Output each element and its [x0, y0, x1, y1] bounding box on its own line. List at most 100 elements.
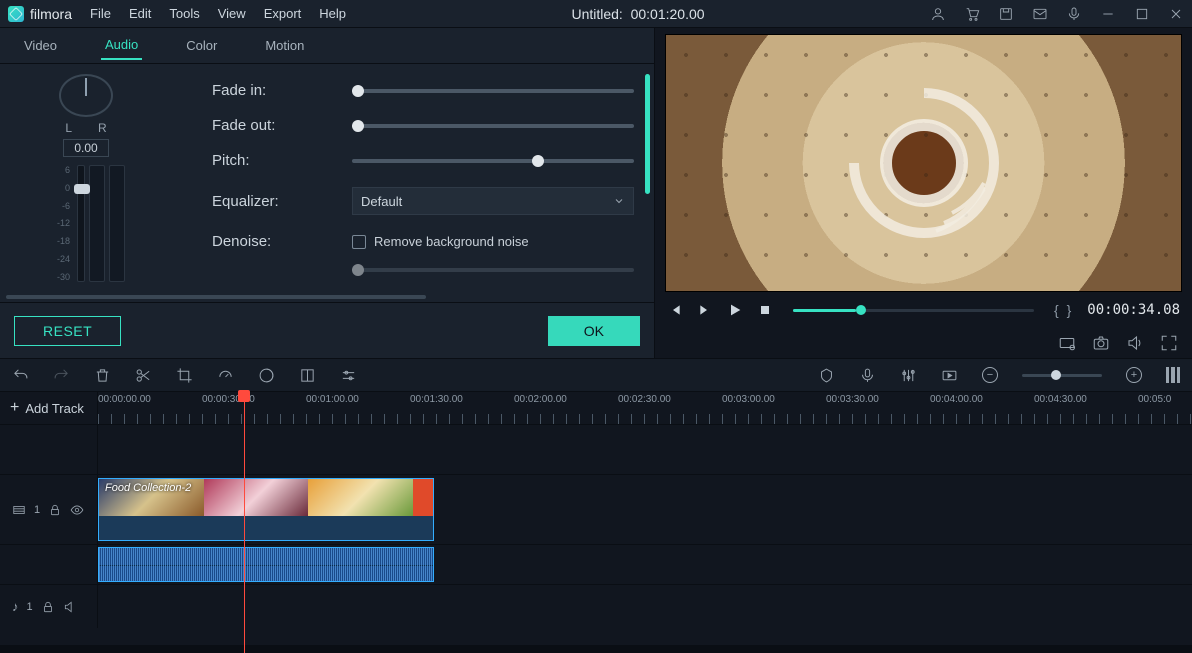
close-icon[interactable] [1168, 6, 1184, 22]
vu-meter: 60-6-12-18-24-30 [45, 165, 127, 282]
redo-icon[interactable] [53, 367, 70, 384]
preview-panel: { } 00:00:34.08 [655, 28, 1192, 358]
checkbox-icon [352, 235, 366, 249]
volume-slider[interactable] [77, 165, 85, 282]
menu-help[interactable]: Help [319, 6, 346, 21]
preview-bottom-bar [655, 328, 1192, 358]
next-frame-button[interactable] [697, 302, 713, 318]
timeline-hscroll[interactable] [0, 645, 1192, 653]
minimize-icon[interactable] [1100, 6, 1116, 22]
mixer-icon[interactable] [900, 367, 917, 384]
music-track-lane[interactable] [98, 585, 1192, 628]
settings-icon[interactable] [1058, 334, 1076, 352]
video-track-num: 1 [34, 504, 40, 516]
adjust-icon[interactable] [340, 367, 357, 384]
fade-out-label: Fade out: [212, 117, 332, 134]
color-icon[interactable] [258, 367, 275, 384]
tab-color[interactable]: Color [182, 32, 221, 59]
music-track-num: 1 [27, 601, 33, 613]
video-track-head: 1 [0, 475, 98, 544]
video-track-icon [12, 503, 26, 517]
prev-frame-button[interactable] [667, 302, 683, 318]
denoise-checkbox[interactable]: Remove background noise [352, 234, 529, 249]
tab-audio[interactable]: Audio [101, 31, 142, 60]
balance-knob[interactable] [59, 74, 113, 117]
pitch-label: Pitch: [212, 152, 332, 169]
ok-button[interactable]: OK [548, 316, 640, 346]
save-icon[interactable] [998, 6, 1014, 22]
undo-icon[interactable] [12, 367, 29, 384]
panel-scrollbar[interactable] [645, 74, 650, 194]
timeline-ruler[interactable]: 00:00:00.0000:00:30.0000:01:00.0000:01:3… [98, 392, 1192, 424]
track-spacer-lane[interactable] [98, 425, 1192, 474]
music-icon: ♪ [12, 599, 19, 614]
audio-clip[interactable] [98, 547, 434, 582]
clip-thumb [204, 479, 309, 516]
speed-icon[interactable] [217, 367, 234, 384]
split-icon[interactable] [135, 367, 152, 384]
project-title: Untitled: 00:01:20.00 [346, 6, 930, 22]
balance-l-label: L [65, 121, 72, 135]
video-track-lane[interactable]: Food Collection-2 [98, 475, 1192, 544]
equalizer-label: Equalizer: [212, 193, 332, 210]
lock-icon[interactable] [48, 503, 62, 517]
lock-icon[interactable] [41, 600, 55, 614]
cart-icon[interactable] [964, 6, 980, 22]
play-button[interactable] [727, 302, 743, 318]
zoom-out-button[interactable]: − [982, 367, 998, 383]
tab-video[interactable]: Video [20, 32, 61, 59]
equalizer-select[interactable]: Default [352, 187, 634, 215]
mail-icon[interactable] [1032, 6, 1048, 22]
fade-in-label: Fade in: [212, 82, 332, 99]
denoise-label: Denoise: [212, 233, 332, 250]
zoom-in-button[interactable]: + [1126, 367, 1142, 383]
balance-value[interactable]: 0.00 [63, 139, 108, 157]
denoise-slider[interactable] [352, 268, 634, 272]
properties-panel: Video Audio Color Motion L R 0.00 60-6-1… [0, 28, 655, 358]
crop-icon[interactable] [176, 367, 193, 384]
menu-tools[interactable]: Tools [169, 6, 199, 21]
menu-view[interactable]: View [218, 6, 246, 21]
tab-motion[interactable]: Motion [261, 32, 308, 59]
fade-out-slider[interactable] [352, 124, 634, 128]
mic-icon[interactable] [1066, 6, 1082, 22]
preview-overlay-icon [824, 63, 1024, 263]
snapshot-icon[interactable] [1092, 334, 1110, 352]
timeline-toolbar: − + [0, 358, 1192, 392]
reset-button[interactable]: RESET [14, 316, 121, 346]
vu-bar-r [109, 165, 125, 282]
green-screen-icon[interactable] [299, 367, 316, 384]
mark-in-out[interactable]: { } [1054, 302, 1073, 318]
preview-viewport[interactable] [665, 34, 1182, 292]
fullscreen-icon[interactable] [1160, 334, 1178, 352]
preview-progress[interactable] [793, 309, 1034, 312]
menu-export[interactable]: Export [264, 6, 302, 21]
pitch-slider[interactable] [352, 159, 634, 163]
audio-controls: Fade in: Fade out: Pitch: Equalizer: Def… [172, 64, 654, 292]
maximize-icon[interactable] [1134, 6, 1150, 22]
audio-track-lane[interactable] [98, 545, 1192, 584]
clip-thumb [308, 479, 413, 516]
volume-icon[interactable] [1126, 334, 1144, 352]
playhead[interactable] [244, 392, 245, 653]
delete-icon[interactable] [94, 367, 111, 384]
account-icon[interactable] [930, 6, 946, 22]
panel-hscroll[interactable] [0, 292, 654, 302]
marker-icon[interactable] [818, 367, 835, 384]
mute-icon[interactable] [63, 600, 77, 614]
record-vo-icon[interactable] [859, 367, 876, 384]
video-clip[interactable]: Food Collection-2 [98, 478, 434, 541]
fade-in-slider[interactable] [352, 89, 634, 93]
stop-button[interactable] [757, 302, 773, 318]
project-name: Untitled: [571, 6, 622, 22]
visibility-icon[interactable] [70, 503, 84, 517]
add-track-button[interactable]: + Add Track [0, 392, 98, 424]
menu-edit[interactable]: Edit [129, 6, 151, 21]
zoom-fit-icon[interactable] [1166, 367, 1180, 383]
zoom-slider[interactable] [1022, 374, 1102, 377]
project-duration: 00:01:20.00 [631, 6, 705, 22]
menu-file[interactable]: File [90, 6, 111, 21]
menu-bar: File Edit Tools View Export Help [90, 6, 346, 21]
render-icon[interactable] [941, 367, 958, 384]
add-track-label: Add Track [25, 401, 84, 416]
